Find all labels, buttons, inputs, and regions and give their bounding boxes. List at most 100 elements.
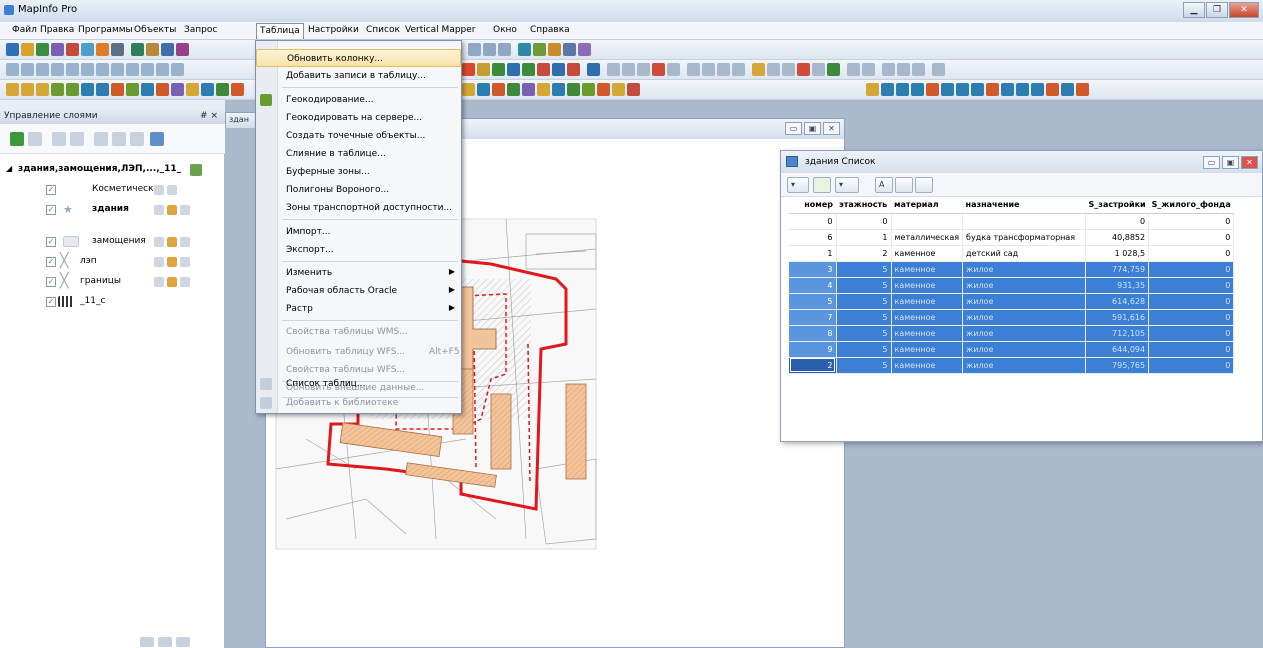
cell-housing-area[interactable]: 0 — [1148, 229, 1235, 246]
cell-material[interactable]: каменное — [891, 309, 964, 326]
label-toggle-icon[interactable] — [180, 237, 190, 247]
layer-row-buildings[interactable]: ✓ ★ здания — [0, 200, 225, 220]
cell-built-area[interactable]: 931,35 — [1085, 277, 1150, 294]
move-down-icon[interactable] — [70, 132, 84, 146]
cell-number[interactable]: 9 — [789, 341, 837, 358]
menu-item-create-points[interactable]: Создать точечные объекты... — [256, 127, 461, 145]
selectable-icon[interactable] — [167, 237, 177, 247]
new-table-icon[interactable] — [6, 43, 19, 56]
cell-built-area[interactable]: 0 — [1085, 213, 1150, 230]
marquee-select-icon[interactable] — [21, 63, 34, 76]
window-icon[interactable] — [912, 63, 925, 76]
font-icon[interactable]: A — [875, 177, 893, 193]
menu-item-oracle-workspace[interactable]: Рабочая область Oracle ▶ — [256, 282, 461, 300]
cell-built-area[interactable]: 712,105 — [1085, 325, 1150, 342]
tool-fifteen-icon[interactable] — [216, 83, 229, 96]
cell-number[interactable]: 3 — [789, 261, 837, 278]
draw-i-icon[interactable] — [986, 83, 999, 96]
tool-mid-h-icon[interactable] — [567, 83, 580, 96]
cell-purpose[interactable]: жилое — [962, 325, 1087, 342]
maximize-button[interactable]: ❐ — [1206, 2, 1228, 18]
style-icon[interactable] — [667, 63, 680, 76]
snap-icon[interactable] — [687, 63, 700, 76]
tool-nine-icon[interactable] — [126, 83, 139, 96]
tool-mid-j-icon[interactable] — [597, 83, 610, 96]
editable-icon[interactable] — [154, 185, 164, 195]
cell-floors[interactable]: 5 — [836, 261, 892, 278]
clear-icon[interactable] — [882, 63, 895, 76]
arc-icon[interactable] — [507, 63, 520, 76]
minimize-button[interactable]: ▁ — [1183, 2, 1205, 18]
editable-icon[interactable] — [154, 205, 164, 215]
tool-thirteen-icon[interactable] — [186, 83, 199, 96]
table-row[interactable]: 6 1 металлическая будка трансформаторная… — [789, 229, 1235, 246]
legend-icon[interactable] — [548, 43, 561, 56]
browse-icon[interactable] — [468, 43, 481, 56]
cell-number[interactable]: 8 — [789, 325, 837, 342]
cell-material[interactable]: каменное — [891, 341, 964, 358]
draw-c-icon[interactable] — [896, 83, 909, 96]
combine-icon[interactable] — [717, 63, 730, 76]
cell-number[interactable]: 4 — [789, 277, 837, 294]
layer-control-icon[interactable] — [146, 43, 159, 56]
grabber-icon[interactable] — [126, 63, 139, 76]
cell-number[interactable]: 2 — [789, 357, 837, 374]
draw-f-icon[interactable] — [941, 83, 954, 96]
tool-eleven-icon[interactable] — [156, 83, 169, 96]
cell-purpose[interactable]: жилое — [962, 309, 1087, 326]
cell-housing-area[interactable]: 0 — [1148, 213, 1235, 230]
pointer-icon[interactable] — [587, 63, 600, 76]
layer-group-row[interactable]: ◢ здания,замощения,ЛЭП,...,_11_ — [0, 160, 225, 180]
cell-purpose[interactable] — [962, 213, 1087, 230]
cell-built-area[interactable]: 644,094 — [1085, 341, 1150, 358]
label-toggle-icon[interactable] — [180, 257, 190, 267]
layer-visibility-checkbox[interactable]: ✓ — [46, 277, 56, 287]
tool-fourteen-icon[interactable] — [201, 83, 214, 96]
cell-material[interactable]: каменное — [891, 325, 964, 342]
cell-floors[interactable]: 5 — [836, 325, 892, 342]
tool-two-icon[interactable] — [21, 83, 34, 96]
layout-icon[interactable] — [176, 43, 189, 56]
collapse-icon[interactable]: ◢ — [6, 164, 12, 173]
cell-material[interactable]: каменное — [891, 245, 964, 262]
tool-mid-d-icon[interactable] — [507, 83, 520, 96]
cell-purpose[interactable]: жилое — [962, 293, 1087, 310]
layer-row-powerline[interactable]: ✓ ╳ лэп — [0, 252, 225, 272]
remove-layer-icon[interactable] — [28, 132, 42, 146]
ellipse-icon[interactable] — [537, 63, 550, 76]
zoom-in-icon[interactable] — [81, 63, 94, 76]
cell-housing-area[interactable]: 0 — [1148, 277, 1235, 294]
draw-a-icon[interactable] — [866, 83, 879, 96]
cell-number[interactable]: 7 — [789, 309, 837, 326]
selectable-icon[interactable] — [167, 205, 177, 215]
map-close-button[interactable]: ✕ — [823, 122, 840, 135]
boundary-select-icon[interactable] — [66, 63, 79, 76]
cell-purpose[interactable]: жилое — [962, 277, 1087, 294]
tool-mid-a-icon[interactable] — [462, 83, 475, 96]
editable-icon[interactable] — [154, 237, 164, 247]
browser-maximize-button[interactable]: ▣ — [1222, 156, 1239, 169]
menu-item-append-rows[interactable]: Добавить записи в таблицу... — [256, 67, 461, 85]
table-row-focused[interactable]: 2 5 каменное жилое 795,765 0 — [789, 357, 1235, 374]
cell-built-area[interactable]: 1 028,5 — [1085, 245, 1150, 262]
grid-icon[interactable] — [932, 63, 945, 76]
menu-item-table-list[interactable]: Список таблиц... — [256, 375, 461, 393]
rotate-icon[interactable] — [812, 63, 825, 76]
display-icon[interactable] — [112, 132, 126, 146]
cell-built-area[interactable]: 40,8852 — [1085, 229, 1150, 246]
cell-material[interactable]: каменное — [891, 293, 964, 310]
save-icon[interactable] — [36, 43, 49, 56]
table-row[interactable]: 1 2 каменное детский сад 1 028,5 0 — [789, 245, 1235, 262]
draw-j-icon[interactable] — [1001, 83, 1014, 96]
polygon-icon[interactable] — [522, 63, 535, 76]
erase-icon[interactable] — [732, 63, 745, 76]
column-header-built-area[interactable]: S_застройки — [1085, 197, 1149, 214]
layer-visibility-checkbox[interactable]: ✓ — [46, 185, 56, 195]
add-record-icon[interactable] — [895, 177, 913, 193]
table-row-selected[interactable]: 4 5 каменное жилое 931,35 0 — [789, 277, 1235, 294]
cell-housing-area[interactable]: 0 — [1148, 293, 1235, 310]
add-layer-icon[interactable] — [10, 132, 24, 146]
selectable-icon[interactable] — [167, 257, 177, 267]
menu-item-geocode[interactable]: Геокодирование... — [256, 91, 461, 109]
browser-minimize-button[interactable]: ▭ — [1203, 156, 1220, 169]
